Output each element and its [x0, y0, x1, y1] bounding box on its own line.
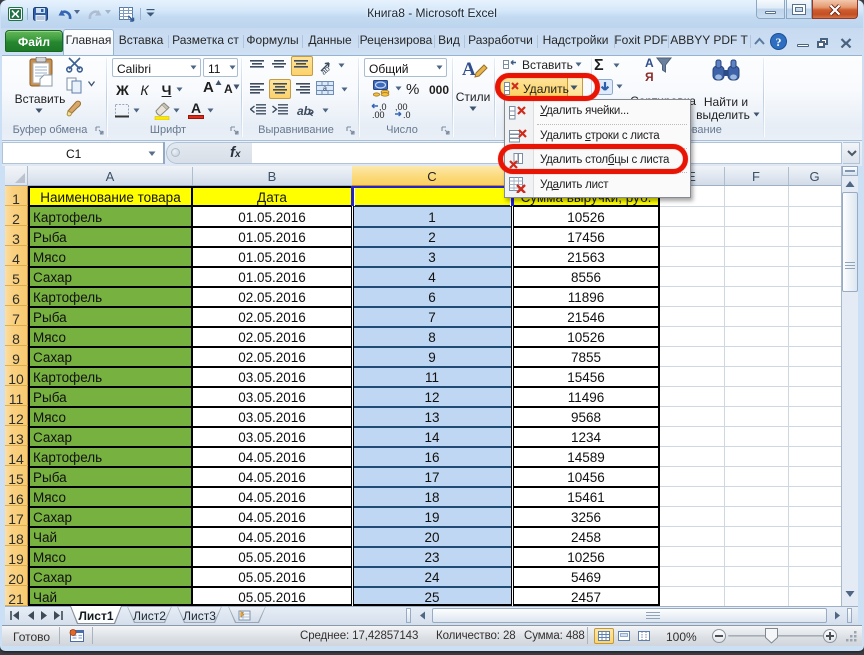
svg-text:ab: ab [319, 64, 332, 75]
svg-text:А: А [645, 56, 654, 70]
svg-text:А: А [462, 59, 476, 80]
svg-text:,0: ,0 [403, 110, 411, 118]
svg-text:a: a [323, 86, 327, 93]
svg-text:,00: ,00 [372, 110, 385, 118]
svg-text:?: ? [776, 35, 782, 49]
svg-text:Я: Я [645, 70, 654, 84]
svg-text:ab: ab [297, 104, 311, 118]
